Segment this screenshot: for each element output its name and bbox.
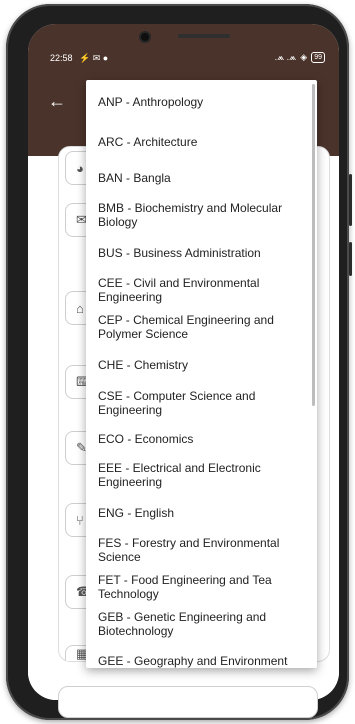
status-left: 22:58 ⚡ ✉ ● (50, 53, 108, 64)
dropdown-option[interactable]: BAN - Bangla (98, 171, 303, 185)
status-time: 22:58 (50, 53, 73, 63)
dropdown-option[interactable]: FES - Forestry and Environmental Science (98, 536, 303, 564)
dropdown-option[interactable]: FET - Food Engineering and Tea Technolog… (98, 573, 303, 601)
dropdown-option[interactable]: CHE - Chemistry (98, 358, 303, 372)
status-right: .⩕ .⩕ ◈ 99 (275, 52, 325, 63)
dropdown-option[interactable]: EEE - Electrical and Electronic Engineer… (98, 461, 303, 489)
dropdown-option[interactable]: ECO - Economics (98, 432, 303, 446)
side-button (349, 174, 352, 226)
side-button (349, 242, 352, 276)
fork-icon: ⑂ (76, 512, 84, 528)
person-icon: ◕ (76, 160, 84, 176)
notification-icons: ⚡ ✉ ● (79, 53, 109, 63)
dropdown-option[interactable]: CEE - Civil and Environmental Engineerin… (98, 276, 303, 304)
dropdown-option[interactable]: BMB - Biochemistry and Molecular Biology (98, 201, 303, 229)
dropdown-option[interactable]: BUS - Business Administration (98, 246, 303, 260)
dropdown-option[interactable]: GEB - Genetic Engineering and Biotechnol… (98, 610, 303, 638)
dropdown-option[interactable]: ENG - English (98, 506, 303, 520)
battery-icon: 99 (311, 52, 325, 63)
bottom-field[interactable] (58, 686, 318, 718)
dropdown-scrollbar[interactable] (312, 84, 315, 406)
signal-icon: .⩕ .⩕ (274, 52, 297, 62)
dropdown-option[interactable]: CEP - Chemical Engineering and Polymer S… (98, 313, 303, 341)
dropdown-option[interactable]: CSE - Computer Science and Engineering (98, 389, 303, 417)
home-icon: ⌂ (76, 300, 84, 316)
department-dropdown[interactable]: ANP - Anthropology ARC - Architecture BA… (86, 80, 317, 668)
dropdown-option[interactable]: GEE - Geography and Environment (98, 654, 303, 668)
wifi-icon: ◈ (300, 52, 308, 62)
earpiece (178, 34, 230, 38)
front-camera (141, 33, 149, 41)
dropdown-option[interactable]: ANP - Anthropology (98, 95, 303, 109)
back-arrow-icon[interactable]: ← (48, 92, 66, 110)
dropdown-option[interactable]: ARC - Architecture (98, 135, 303, 149)
